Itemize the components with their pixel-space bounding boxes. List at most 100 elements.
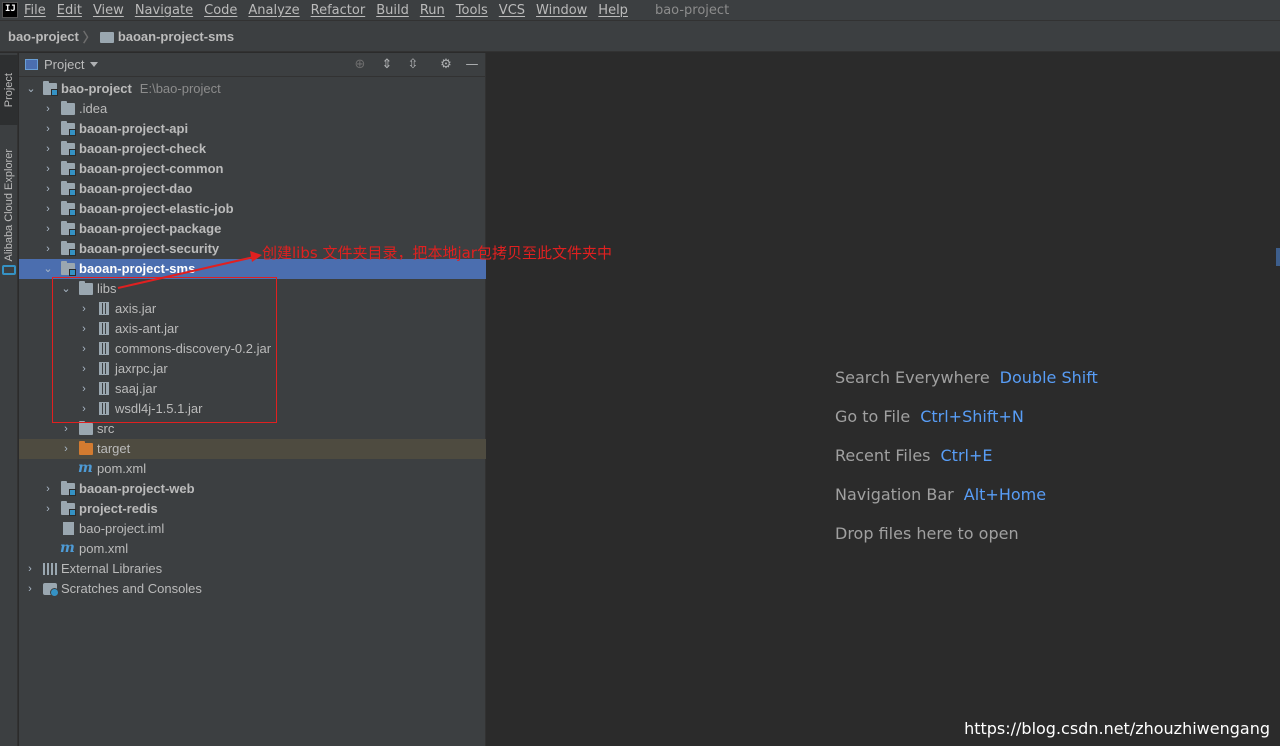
tree-node-label: axis.jar — [115, 301, 157, 316]
module-folder-icon — [61, 261, 76, 276]
menu-view[interactable]: View — [93, 3, 124, 18]
hint-search-everywhere: Search Everywhere Double Shift — [835, 368, 1098, 387]
tree-node-label: baoan-project-check — [79, 141, 207, 156]
chevron-right-icon[interactable]: › — [60, 439, 72, 459]
collapse-all-icon[interactable]: ⇳ — [405, 58, 421, 72]
expand-all-icon[interactable]: ⇕ — [379, 58, 395, 72]
tree-node-baoan-project-elastic-job[interactable]: › baoan-project-elastic-job — [19, 199, 486, 219]
hide-panel-icon[interactable]: — — [464, 58, 480, 72]
menu-tools[interactable]: Tools — [456, 3, 488, 18]
tree-node-baoan-project-api[interactable]: › baoan-project-api — [19, 119, 486, 139]
folder-icon — [61, 101, 75, 115]
chevron-right-icon[interactable]: › — [78, 359, 90, 379]
tree-node-label: bao-project — [61, 81, 132, 96]
chevron-right-icon[interactable]: › — [42, 219, 54, 239]
tree-node-label: baoan-project-api — [79, 121, 189, 136]
tree-node-axis-jar[interactable]: › axis.jar — [19, 299, 486, 319]
editor-area[interactable]: Search Everywhere Double Shift Go to File… — [487, 53, 1280, 746]
chevron-down-icon[interactable]: ⌄ — [42, 259, 54, 279]
chevron-right-icon[interactable]: › — [42, 479, 54, 499]
tree-node-bao-project[interactable]: ⌄ bao-project E:\bao-project — [19, 79, 486, 99]
menu-file[interactable]: File — [24, 3, 46, 18]
chevron-right-icon[interactable]: › — [42, 499, 54, 519]
chevron-right-icon[interactable]: › — [78, 339, 90, 359]
chevron-right-icon[interactable]: › — [42, 179, 54, 199]
chevron-right-icon[interactable]: › — [42, 239, 54, 259]
tree-node-idea[interactable]: › .idea — [19, 99, 486, 119]
tree-node-label: pom.xml — [79, 541, 129, 556]
jar-archive-icon — [99, 322, 109, 335]
tree-node-baoan-project-common[interactable]: › baoan-project-common — [19, 159, 486, 179]
tree-node-libs[interactable]: ⌄ libs — [19, 279, 486, 299]
project-panel: Project ⊕ ⇕ ⇳ ⚙ — ⌄ bao-project E:\bao-pr… — [19, 53, 486, 746]
menu-refactor[interactable]: Refactor — [311, 3, 366, 18]
tree-node-label: baoan-project-security — [79, 241, 220, 256]
chevron-right-icon[interactable]: › — [78, 379, 90, 399]
chevron-right-icon[interactable]: › — [42, 159, 54, 179]
tree-node-label: libs — [97, 281, 117, 296]
tree-node-root-pom[interactable]: m pom.xml — [19, 539, 486, 559]
tree-node-label: baoan-project-elastic-job — [79, 201, 234, 216]
chevron-down-icon[interactable] — [90, 62, 99, 67]
jar-archive-icon — [99, 382, 109, 395]
menu-navigate[interactable]: Navigate — [135, 3, 193, 18]
chevron-right-icon[interactable]: › — [78, 399, 90, 419]
chevron-right-icon[interactable]: › — [24, 559, 36, 579]
menu-analyze[interactable]: Analyze — [248, 3, 299, 18]
breadcrumb-module[interactable]: baoan-project-sms — [118, 29, 234, 44]
module-folder-icon — [61, 161, 76, 176]
menu-code[interactable]: Code — [204, 3, 237, 18]
menu-edit[interactable]: Edit — [57, 3, 82, 18]
tree-node-saaj-jar[interactable]: › saaj.jar — [19, 379, 486, 399]
jar-archive-icon — [99, 342, 109, 355]
iml-file-icon — [63, 522, 74, 535]
tree-node-bao-project-iml[interactable]: bao-project.iml — [19, 519, 486, 539]
chevron-right-icon[interactable]: › — [78, 299, 90, 319]
module-folder-icon — [61, 141, 76, 156]
tree-node-src[interactable]: › src — [19, 419, 486, 439]
chevron-right-icon[interactable]: › — [78, 319, 90, 339]
maven-icon: m — [60, 540, 75, 556]
chevron-right-icon[interactable]: › — [24, 579, 36, 599]
chevron-right-icon[interactable]: › — [42, 199, 54, 219]
hint-shortcut: Alt+Home — [963, 485, 1047, 504]
tree-node-axis-ant-jar[interactable]: › axis-ant.jar — [19, 319, 486, 339]
menu-vcs[interactable]: VCS — [499, 3, 525, 18]
tool-window-stripe: Project Alibaba Cloud Explorer — [0, 53, 18, 746]
tree-node-baoan-project-package[interactable]: › baoan-project-package — [19, 219, 486, 239]
tree-node-target[interactable]: › target — [19, 439, 486, 459]
chevron-down-icon[interactable]: ⌄ — [25, 79, 37, 99]
tree-node-project-redis[interactable]: › project-redis — [19, 499, 486, 519]
tree-node-wsdl4j-jar[interactable]: › wsdl4j-1.5.1.jar — [19, 399, 486, 419]
hint-label: Go to File — [835, 407, 911, 426]
chevron-right-icon[interactable]: › — [60, 419, 72, 439]
tree-node-commons-discovery-jar[interactable]: › commons-discovery-0.2.jar — [19, 339, 486, 359]
tree-node-label: jaxrpc.jar — [115, 361, 168, 376]
tree-node-label: baoan-project-common — [79, 161, 224, 176]
scroll-marker — [1276, 248, 1280, 266]
chevron-right-icon[interactable]: › — [42, 119, 54, 139]
tree-node-module-pom[interactable]: m pom.xml — [19, 459, 486, 479]
alibaba-cloud-icon[interactable] — [2, 265, 16, 275]
tree-node-jaxrpc-jar[interactable]: › jaxrpc.jar — [19, 359, 486, 379]
chevron-right-icon[interactable]: › — [42, 139, 54, 159]
project-tool-tab[interactable]: Project — [0, 55, 18, 125]
locate-file-icon[interactable]: ⊕ — [352, 58, 368, 72]
chevron-down-icon[interactable]: ⌄ — [60, 279, 72, 299]
alibaba-cloud-explorer-tab-label: Alibaba Cloud Explorer — [3, 148, 15, 262]
gear-icon[interactable]: ⚙ — [438, 58, 454, 72]
tree-node-baoan-project-dao[interactable]: › baoan-project-dao — [19, 179, 486, 199]
menu-window[interactable]: Window — [536, 3, 587, 18]
tree-node-baoan-project-web[interactable]: › baoan-project-web — [19, 479, 486, 499]
tree-node-external-libraries[interactable]: › External Libraries — [19, 559, 486, 579]
project-view-selector[interactable]: Project — [44, 57, 84, 72]
alibaba-cloud-explorer-tab[interactable]: Alibaba Cloud Explorer — [0, 135, 18, 275]
breadcrumb-root[interactable]: bao-project — [8, 29, 79, 44]
chevron-right-icon[interactable]: › — [42, 99, 54, 119]
tree-node-baoan-project-check[interactable]: › baoan-project-check — [19, 139, 486, 159]
menu-help[interactable]: Help — [598, 3, 628, 18]
menu-build[interactable]: Build — [376, 3, 409, 18]
tree-node-scratches[interactable]: › Scratches and Consoles — [19, 579, 486, 599]
breadcrumb: bao-project 〉 baoan-project-sms — [0, 20, 1280, 52]
menu-run[interactable]: Run — [420, 3, 445, 18]
